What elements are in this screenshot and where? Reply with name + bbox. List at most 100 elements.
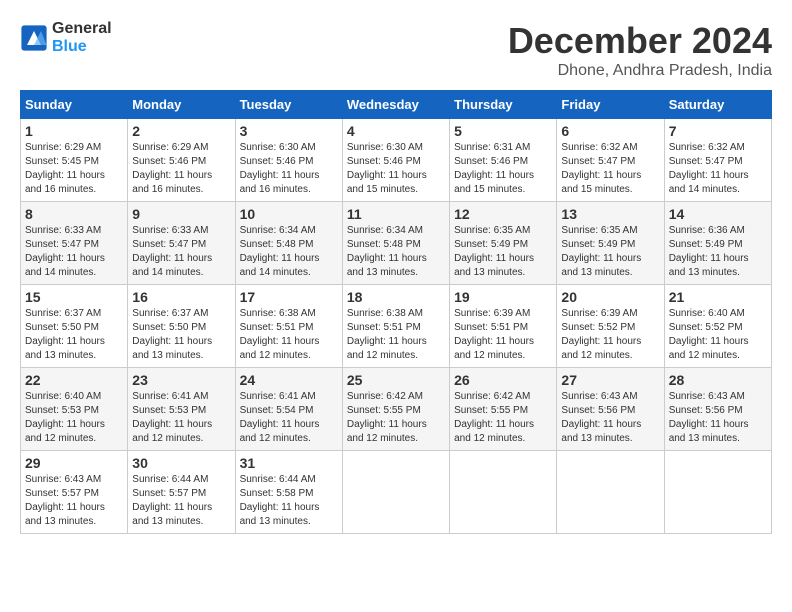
day-number: 8 (25, 206, 123, 222)
month-title: December 2024 (508, 20, 772, 62)
calendar-cell: 5 Sunrise: 6:31 AM Sunset: 5:46 PM Dayli… (450, 119, 557, 202)
calendar-cell: 27 Sunrise: 6:43 AM Sunset: 5:56 PM Dayl… (557, 368, 664, 451)
day-number: 6 (561, 123, 659, 139)
day-info: Sunrise: 6:37 AM Sunset: 5:50 PM Dayligh… (25, 307, 123, 363)
day-info: Sunrise: 6:39 AM Sunset: 5:52 PM Dayligh… (561, 307, 659, 363)
calendar-cell: 14 Sunrise: 6:36 AM Sunset: 5:49 PM Dayl… (664, 202, 771, 285)
day-info: Sunrise: 6:37 AM Sunset: 5:50 PM Dayligh… (132, 307, 230, 363)
day-number: 19 (454, 289, 552, 305)
calendar-cell: 28 Sunrise: 6:43 AM Sunset: 5:56 PM Dayl… (664, 368, 771, 451)
day-info: Sunrise: 6:36 AM Sunset: 5:49 PM Dayligh… (669, 224, 767, 280)
calendar-cell: 19 Sunrise: 6:39 AM Sunset: 5:51 PM Dayl… (450, 285, 557, 368)
day-info: Sunrise: 6:44 AM Sunset: 5:58 PM Dayligh… (240, 473, 338, 529)
day-info: Sunrise: 6:43 AM Sunset: 5:56 PM Dayligh… (669, 390, 767, 446)
day-number: 3 (240, 123, 338, 139)
day-number: 12 (454, 206, 552, 222)
col-sunday: Sunday (21, 91, 128, 119)
col-wednesday: Wednesday (342, 91, 449, 119)
location-title: Dhone, Andhra Pradesh, India (508, 62, 772, 80)
day-info: Sunrise: 6:42 AM Sunset: 5:55 PM Dayligh… (347, 390, 445, 446)
logo-icon (20, 24, 48, 52)
day-number: 21 (669, 289, 767, 305)
day-info: Sunrise: 6:35 AM Sunset: 5:49 PM Dayligh… (561, 224, 659, 280)
day-info: Sunrise: 6:34 AM Sunset: 5:48 PM Dayligh… (240, 224, 338, 280)
logo: General Blue (20, 20, 112, 55)
col-monday: Monday (128, 91, 235, 119)
day-number: 31 (240, 455, 338, 471)
day-number: 22 (25, 372, 123, 388)
calendar-cell: 16 Sunrise: 6:37 AM Sunset: 5:50 PM Dayl… (128, 285, 235, 368)
day-info: Sunrise: 6:33 AM Sunset: 5:47 PM Dayligh… (132, 224, 230, 280)
day-info: Sunrise: 6:41 AM Sunset: 5:54 PM Dayligh… (240, 390, 338, 446)
calendar-table: Sunday Monday Tuesday Wednesday Thursday… (20, 90, 772, 534)
calendar-cell: 24 Sunrise: 6:41 AM Sunset: 5:54 PM Dayl… (235, 368, 342, 451)
day-number: 20 (561, 289, 659, 305)
calendar-cell: 12 Sunrise: 6:35 AM Sunset: 5:49 PM Dayl… (450, 202, 557, 285)
calendar-cell: 13 Sunrise: 6:35 AM Sunset: 5:49 PM Dayl… (557, 202, 664, 285)
calendar-cell: 7 Sunrise: 6:32 AM Sunset: 5:47 PM Dayli… (664, 119, 771, 202)
day-number: 29 (25, 455, 123, 471)
day-number: 2 (132, 123, 230, 139)
day-number: 28 (669, 372, 767, 388)
calendar-week-4: 22 Sunrise: 6:40 AM Sunset: 5:53 PM Dayl… (21, 368, 772, 451)
day-number: 30 (132, 455, 230, 471)
col-friday: Friday (557, 91, 664, 119)
day-number: 13 (561, 206, 659, 222)
day-number: 27 (561, 372, 659, 388)
calendar-cell: 8 Sunrise: 6:33 AM Sunset: 5:47 PM Dayli… (21, 202, 128, 285)
day-info: Sunrise: 6:30 AM Sunset: 5:46 PM Dayligh… (347, 141, 445, 197)
title-section: December 2024 Dhone, Andhra Pradesh, Ind… (508, 20, 772, 80)
logo-text: General Blue (52, 20, 112, 55)
day-number: 17 (240, 289, 338, 305)
calendar-cell: 2 Sunrise: 6:29 AM Sunset: 5:46 PM Dayli… (128, 119, 235, 202)
page-header: General Blue December 2024 Dhone, Andhra… (20, 20, 772, 80)
calendar-cell: 25 Sunrise: 6:42 AM Sunset: 5:55 PM Dayl… (342, 368, 449, 451)
col-saturday: Saturday (664, 91, 771, 119)
calendar-cell: 30 Sunrise: 6:44 AM Sunset: 5:57 PM Dayl… (128, 451, 235, 534)
day-number: 1 (25, 123, 123, 139)
day-number: 10 (240, 206, 338, 222)
day-info: Sunrise: 6:41 AM Sunset: 5:53 PM Dayligh… (132, 390, 230, 446)
day-info: Sunrise: 6:44 AM Sunset: 5:57 PM Dayligh… (132, 473, 230, 529)
day-number: 15 (25, 289, 123, 305)
day-info: Sunrise: 6:29 AM Sunset: 5:45 PM Dayligh… (25, 141, 123, 197)
day-info: Sunrise: 6:32 AM Sunset: 5:47 PM Dayligh… (669, 141, 767, 197)
calendar-cell: 9 Sunrise: 6:33 AM Sunset: 5:47 PM Dayli… (128, 202, 235, 285)
day-number: 11 (347, 206, 445, 222)
calendar-cell: 23 Sunrise: 6:41 AM Sunset: 5:53 PM Dayl… (128, 368, 235, 451)
calendar-cell: 1 Sunrise: 6:29 AM Sunset: 5:45 PM Dayli… (21, 119, 128, 202)
calendar-cell: 11 Sunrise: 6:34 AM Sunset: 5:48 PM Dayl… (342, 202, 449, 285)
day-number: 18 (347, 289, 445, 305)
day-info: Sunrise: 6:32 AM Sunset: 5:47 PM Dayligh… (561, 141, 659, 197)
calendar-cell: 26 Sunrise: 6:42 AM Sunset: 5:55 PM Dayl… (450, 368, 557, 451)
calendar-week-3: 15 Sunrise: 6:37 AM Sunset: 5:50 PM Dayl… (21, 285, 772, 368)
day-number: 16 (132, 289, 230, 305)
day-number: 4 (347, 123, 445, 139)
col-tuesday: Tuesday (235, 91, 342, 119)
day-number: 26 (454, 372, 552, 388)
day-info: Sunrise: 6:31 AM Sunset: 5:46 PM Dayligh… (454, 141, 552, 197)
day-info: Sunrise: 6:38 AM Sunset: 5:51 PM Dayligh… (240, 307, 338, 363)
day-number: 9 (132, 206, 230, 222)
day-number: 5 (454, 123, 552, 139)
calendar-cell (450, 451, 557, 534)
calendar-cell (342, 451, 449, 534)
day-number: 14 (669, 206, 767, 222)
day-number: 24 (240, 372, 338, 388)
day-info: Sunrise: 6:43 AM Sunset: 5:56 PM Dayligh… (561, 390, 659, 446)
calendar-cell: 10 Sunrise: 6:34 AM Sunset: 5:48 PM Dayl… (235, 202, 342, 285)
calendar-cell: 3 Sunrise: 6:30 AM Sunset: 5:46 PM Dayli… (235, 119, 342, 202)
day-number: 25 (347, 372, 445, 388)
day-number: 7 (669, 123, 767, 139)
calendar-cell: 20 Sunrise: 6:39 AM Sunset: 5:52 PM Dayl… (557, 285, 664, 368)
calendar-cell: 31 Sunrise: 6:44 AM Sunset: 5:58 PM Dayl… (235, 451, 342, 534)
calendar-header-row: Sunday Monday Tuesday Wednesday Thursday… (21, 91, 772, 119)
day-info: Sunrise: 6:35 AM Sunset: 5:49 PM Dayligh… (454, 224, 552, 280)
col-thursday: Thursday (450, 91, 557, 119)
day-info: Sunrise: 6:40 AM Sunset: 5:52 PM Dayligh… (669, 307, 767, 363)
day-info: Sunrise: 6:38 AM Sunset: 5:51 PM Dayligh… (347, 307, 445, 363)
day-info: Sunrise: 6:29 AM Sunset: 5:46 PM Dayligh… (132, 141, 230, 197)
calendar-cell: 22 Sunrise: 6:40 AM Sunset: 5:53 PM Dayl… (21, 368, 128, 451)
day-info: Sunrise: 6:30 AM Sunset: 5:46 PM Dayligh… (240, 141, 338, 197)
calendar-week-5: 29 Sunrise: 6:43 AM Sunset: 5:57 PM Dayl… (21, 451, 772, 534)
